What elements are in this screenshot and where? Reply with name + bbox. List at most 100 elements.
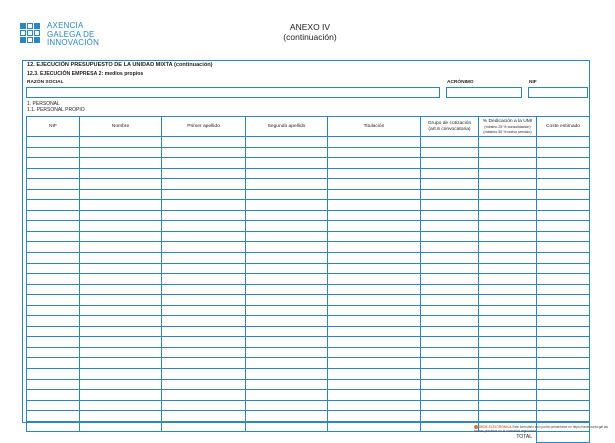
table-cell[interactable] <box>79 389 162 401</box>
table-cell[interactable] <box>245 294 328 306</box>
table-cell[interactable] <box>327 357 421 370</box>
table-cell[interactable] <box>327 262 421 275</box>
table-cell[interactable] <box>420 420 479 433</box>
table-cell[interactable] <box>478 178 537 190</box>
table-cell[interactable] <box>478 368 537 380</box>
table-cell[interactable] <box>26 178 80 190</box>
table-cell[interactable] <box>161 252 246 264</box>
table-cell[interactable] <box>420 389 479 401</box>
table-cell[interactable] <box>420 399 479 412</box>
table-cell[interactable] <box>536 230 590 243</box>
table-cell[interactable] <box>26 252 80 264</box>
table-cell[interactable] <box>536 157 590 169</box>
table-cell[interactable] <box>536 325 590 338</box>
table-cell[interactable] <box>26 283 80 296</box>
table-cell[interactable] <box>245 420 328 433</box>
table-cell[interactable] <box>245 410 328 422</box>
table-cell[interactable] <box>536 273 590 285</box>
table-cell[interactable] <box>478 273 537 285</box>
table-cell[interactable] <box>420 304 479 317</box>
table-cell[interactable] <box>327 346 421 359</box>
table-cell[interactable] <box>478 252 537 264</box>
table-cell[interactable] <box>245 220 328 232</box>
table-cell[interactable] <box>327 273 421 285</box>
table-cell[interactable] <box>26 157 80 169</box>
table-cell[interactable] <box>245 378 328 391</box>
table-cell[interactable] <box>245 315 328 327</box>
table-cell[interactable] <box>536 178 590 190</box>
table-cell[interactable] <box>327 315 421 327</box>
table-cell[interactable] <box>245 188 328 201</box>
table-cell[interactable] <box>245 178 328 190</box>
table-cell[interactable] <box>26 273 80 285</box>
table-cell[interactable] <box>161 178 246 190</box>
table-cell[interactable] <box>26 336 80 348</box>
table-cell[interactable] <box>478 262 537 275</box>
table-cell[interactable] <box>26 346 80 359</box>
table-cell[interactable] <box>245 399 328 412</box>
table-cell[interactable] <box>327 136 421 148</box>
table-cell[interactable] <box>161 410 246 422</box>
table-cell[interactable] <box>478 283 537 296</box>
table-cell[interactable] <box>536 304 590 317</box>
table-cell[interactable] <box>478 357 537 370</box>
table-cell[interactable] <box>478 336 537 348</box>
table-cell[interactable] <box>478 410 537 422</box>
table-cell[interactable] <box>478 199 537 211</box>
table-cell[interactable] <box>420 157 479 169</box>
table-cell[interactable] <box>26 220 80 232</box>
table-cell[interactable] <box>26 325 80 338</box>
table-cell[interactable] <box>245 199 328 211</box>
table-cell[interactable] <box>26 146 80 159</box>
table-cell[interactable] <box>536 188 590 201</box>
table-cell[interactable] <box>79 167 162 180</box>
table-cell[interactable] <box>536 336 590 348</box>
table-cell[interactable] <box>79 188 162 201</box>
table-cell[interactable] <box>420 209 479 222</box>
table-cell[interactable] <box>420 146 479 159</box>
table-cell[interactable] <box>245 283 328 296</box>
table-cell[interactable] <box>420 262 479 275</box>
table-cell[interactable] <box>79 336 162 348</box>
table-cell[interactable] <box>536 220 590 232</box>
table-cell[interactable] <box>161 368 246 380</box>
table-cell[interactable] <box>161 357 246 370</box>
table-cell[interactable] <box>327 410 421 422</box>
table-cell[interactable] <box>161 315 246 327</box>
table-cell[interactable] <box>327 230 421 243</box>
table-cell[interactable] <box>26 209 80 222</box>
table-cell[interactable] <box>478 146 537 159</box>
table-cell[interactable] <box>327 157 421 169</box>
table-cell[interactable] <box>79 294 162 306</box>
table-cell[interactable] <box>536 346 590 359</box>
table-cell[interactable] <box>161 241 246 253</box>
table-cell[interactable] <box>26 230 80 243</box>
table-cell[interactable] <box>536 315 590 327</box>
table-cell[interactable] <box>327 199 421 211</box>
table-cell[interactable] <box>478 378 537 391</box>
acronimo-field[interactable] <box>446 87 522 98</box>
table-cell[interactable] <box>79 146 162 159</box>
table-cell[interactable] <box>26 399 80 412</box>
table-cell[interactable] <box>26 188 80 201</box>
table-cell[interactable] <box>478 230 537 243</box>
table-cell[interactable] <box>79 262 162 275</box>
table-cell[interactable] <box>26 136 80 148</box>
table-cell[interactable] <box>161 336 246 348</box>
table-cell[interactable] <box>420 252 479 264</box>
table-cell[interactable] <box>478 188 537 201</box>
table-cell[interactable] <box>478 241 537 253</box>
table-cell[interactable] <box>327 178 421 190</box>
table-cell[interactable] <box>161 157 246 169</box>
table-cell[interactable] <box>478 209 537 222</box>
table-cell[interactable] <box>79 315 162 327</box>
table-cell[interactable] <box>327 252 421 264</box>
table-cell[interactable] <box>79 346 162 359</box>
table-cell[interactable] <box>161 294 246 306</box>
table-cell[interactable] <box>420 273 479 285</box>
table-cell[interactable] <box>26 199 80 211</box>
table-cell[interactable] <box>161 325 246 338</box>
table-cell[interactable] <box>161 389 246 401</box>
table-cell[interactable] <box>245 167 328 180</box>
table-cell[interactable] <box>420 230 479 243</box>
